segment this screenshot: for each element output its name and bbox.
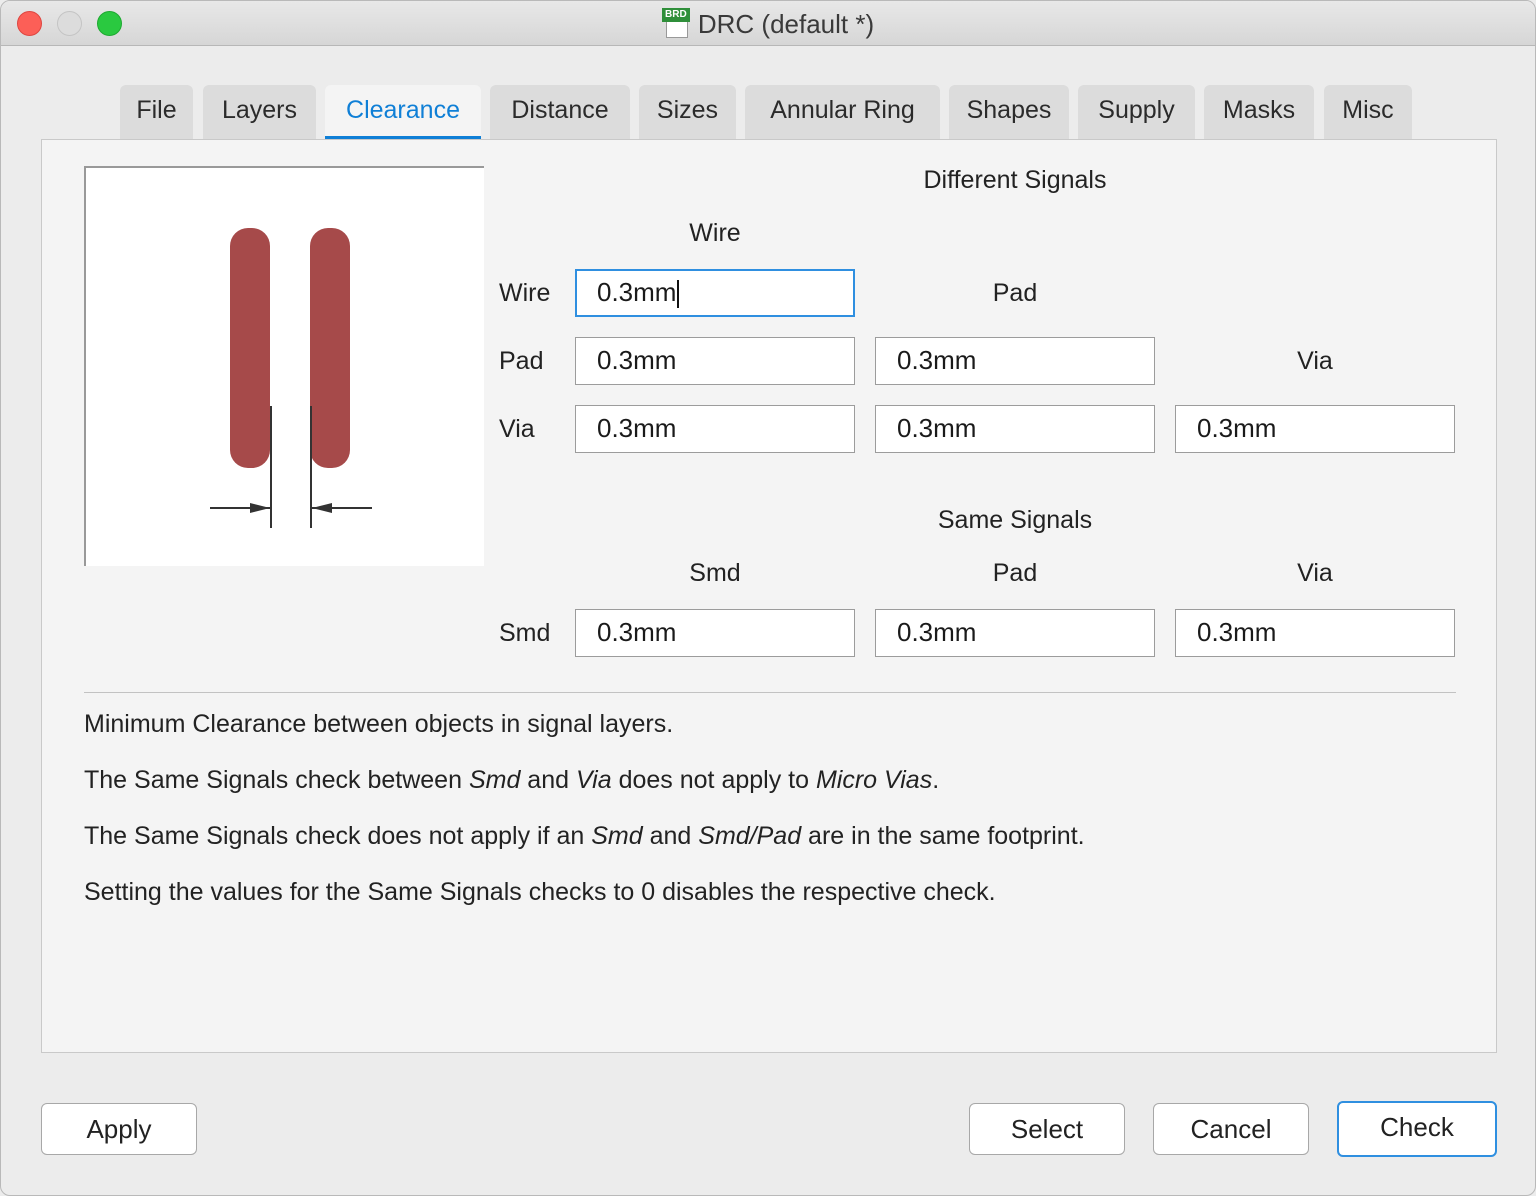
- description-line-1: Minimum Clearance between objects in sig…: [84, 710, 674, 738]
- tab-layers[interactable]: Layers: [203, 85, 316, 140]
- same-col-smd-label: Smd: [689, 559, 741, 587]
- brd-badge-text: BRD: [661, 8, 690, 23]
- description-line-4: Setting the values for the Same Signals …: [84, 878, 996, 906]
- window-title: DRC (default *): [697, 9, 875, 39]
- tab-clearance[interactable]: Clearance: [325, 85, 481, 140]
- brd-file-icon: BRD: [661, 8, 690, 39]
- smd-via-clearance-field[interactable]: 0.3mm: [1175, 609, 1455, 657]
- wire-wire-value: 0.3mm: [597, 277, 677, 307]
- window-title-group: BRD DRC (default *): [1, 8, 1535, 41]
- smd-smd-clearance-field[interactable]: 0.3mm: [575, 609, 855, 657]
- cancel-button[interactable]: Cancel: [1153, 1103, 1309, 1155]
- check-button[interactable]: Check: [1337, 1101, 1497, 1157]
- tab-annular-ring[interactable]: Annular Ring: [745, 85, 940, 140]
- tab-bar: File Layers Clearance Distance Sizes Ann…: [1, 85, 1535, 140]
- wire-shape-right: [310, 228, 350, 468]
- diff-row-via-label: Via: [499, 415, 535, 443]
- tab-file[interactable]: File: [120, 85, 193, 140]
- tab-sizes[interactable]: Sizes: [639, 85, 736, 140]
- text-caret: [677, 280, 680, 309]
- pad-pad-clearance-field[interactable]: 0.3mm: [875, 337, 1155, 385]
- tab-shapes[interactable]: Shapes: [949, 85, 1069, 140]
- clearance-preview-image: [84, 166, 484, 566]
- select-button[interactable]: Select: [969, 1103, 1125, 1155]
- wire-wire-clearance-field[interactable]: 0.3mm: [575, 269, 855, 317]
- diff-col-pad-label: Pad: [992, 279, 1038, 307]
- tab-masks[interactable]: Masks: [1204, 85, 1314, 140]
- same-row-smd-label: Smd: [499, 619, 551, 647]
- clearance-diagram: [210, 228, 372, 528]
- via-wire-clearance-field[interactable]: 0.3mm: [575, 405, 855, 453]
- diff-col-wire-label: Wire: [689, 219, 741, 247]
- diff-col-via-label: Via: [1297, 347, 1333, 375]
- tab-misc[interactable]: Misc: [1324, 85, 1412, 140]
- wire-shape-left: [230, 228, 270, 468]
- different-signals-heading: Different Signals: [923, 166, 1107, 194]
- via-pad-clearance-field[interactable]: 0.3mm: [875, 405, 1155, 453]
- same-signals-heading: Same Signals: [937, 506, 1093, 534]
- pad-wire-clearance-field[interactable]: 0.3mm: [575, 337, 855, 385]
- tab-supply[interactable]: Supply: [1078, 85, 1195, 140]
- apply-button[interactable]: Apply: [41, 1103, 197, 1155]
- description-line-2: The Same Signals check between Smd and V…: [84, 766, 940, 794]
- section-divider: [84, 692, 1456, 693]
- title-bar[interactable]: BRD DRC (default *): [1, 1, 1535, 46]
- same-col-pad-label: Pad: [992, 559, 1038, 587]
- same-col-via-label: Via: [1297, 559, 1333, 587]
- diff-row-pad-label: Pad: [499, 347, 544, 375]
- diff-row-wire-label: Wire: [499, 279, 551, 307]
- via-via-clearance-field[interactable]: 0.3mm: [1175, 405, 1455, 453]
- clearance-panel: Different Signals Wire Pad Via Wire Pad …: [41, 139, 1497, 1053]
- smd-pad-clearance-field[interactable]: 0.3mm: [875, 609, 1155, 657]
- drc-dialog-window: BRD DRC (default *) File Layers Clearanc…: [0, 0, 1536, 1196]
- tab-distance[interactable]: Distance: [490, 85, 630, 140]
- description-line-3: The Same Signals check does not apply if…: [84, 822, 1085, 850]
